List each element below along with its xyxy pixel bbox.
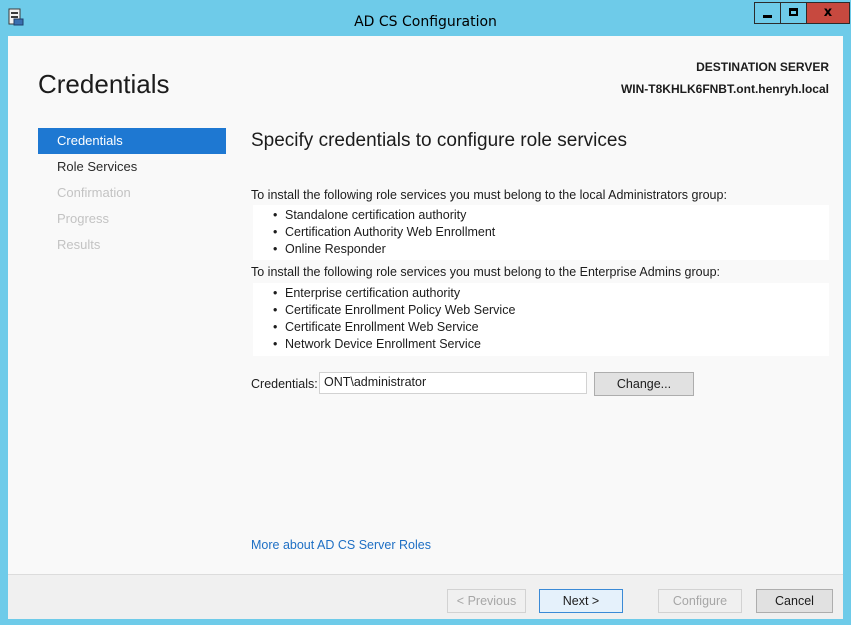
credentials-field[interactable]: ONT\administrator: [319, 372, 587, 394]
wizard-client-area: Credentials DESTINATION SERVER WIN-T8KHL…: [8, 36, 843, 619]
local-admin-text: To install the following role services y…: [251, 188, 727, 202]
list-item: Enterprise certification authority: [273, 285, 829, 302]
credentials-label: Credentials:: [251, 377, 318, 391]
section-heading: Specify credentials to configure role se…: [251, 130, 627, 151]
enterprise-admin-text: To install the following role services y…: [251, 265, 720, 279]
title-bar[interactable]: AD CS Configuration x: [0, 0, 851, 36]
previous-button[interactable]: < Previous: [447, 589, 526, 613]
main-content: Specify credentials to configure role se…: [251, 128, 829, 396]
list-item: Certification Authority Web Enrollment: [273, 224, 829, 241]
more-about-ad-cs-link[interactable]: More about AD CS Server Roles: [251, 538, 431, 552]
enterprise-admin-role-list: Enterprise certification authority Certi…: [253, 283, 829, 356]
configure-button[interactable]: Configure: [658, 589, 742, 613]
list-item: Certificate Enrollment Policy Web Servic…: [273, 302, 829, 319]
local-admin-role-list: Standalone certification authority Certi…: [253, 205, 829, 260]
close-icon: x: [823, 5, 833, 20]
maximize-icon: [789, 8, 798, 16]
list-item: Online Responder: [273, 241, 829, 258]
nav-item-credentials[interactable]: Credentials: [38, 128, 226, 154]
change-credentials-button[interactable]: Change...: [594, 372, 694, 396]
destination-server-name: WIN-T8KHLK6FNBT.ont.henryh.local: [620, 82, 829, 96]
maximize-button[interactable]: [780, 2, 807, 24]
destination-server-label: DESTINATION SERVER: [696, 60, 829, 74]
list-item: Standalone certification authority: [273, 207, 829, 224]
nav-item-results: Results: [57, 237, 101, 252]
nav-item-progress: Progress: [57, 211, 110, 226]
window-title: AD CS Configuration: [354, 14, 497, 30]
cancel-button[interactable]: Cancel: [756, 589, 833, 613]
nav-item-confirmation: Confirmation: [57, 185, 131, 200]
wizard-nav: Credentials Role Services Confirmation P…: [38, 128, 226, 258]
ad-cs-configuration-window: AD CS Configuration x Credentials DESTIN…: [0, 0, 851, 625]
next-button[interactable]: Next >: [539, 589, 623, 613]
wizard-footer: < Previous Next > Configure Cancel: [8, 574, 843, 619]
minimize-button[interactable]: [754, 2, 781, 24]
list-item: Network Device Enrollment Service: [273, 336, 829, 353]
list-item: Certificate Enrollment Web Service: [273, 319, 829, 336]
nav-item-role-services[interactable]: Role Services: [38, 154, 226, 180]
close-button[interactable]: x: [806, 2, 850, 24]
page-title: Credentials: [38, 69, 170, 99]
minimize-icon: [763, 15, 772, 18]
